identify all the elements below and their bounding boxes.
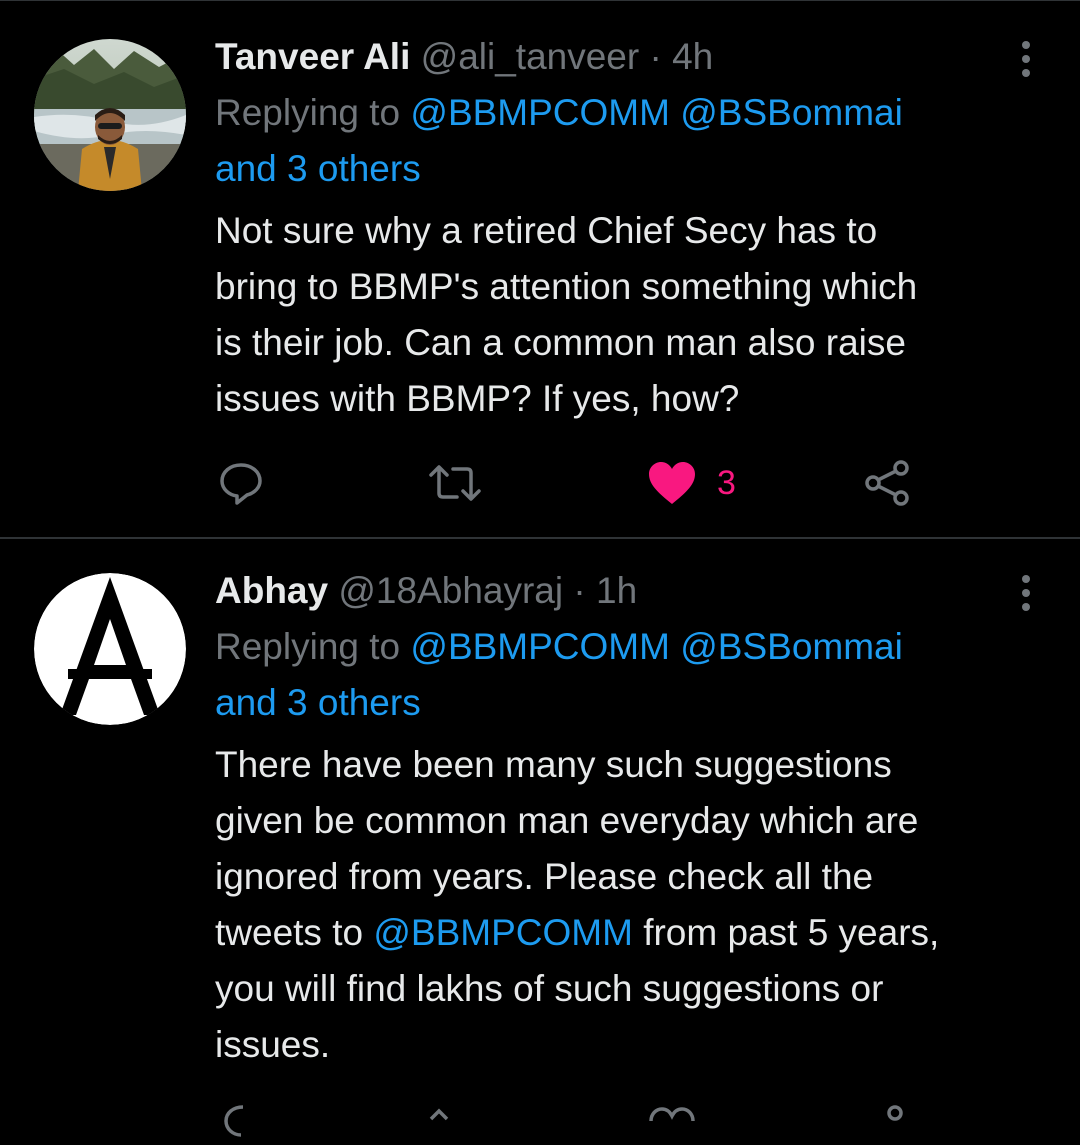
replying-to: Replying to @BBMPCOMM @BSBommai and 3 ot… — [215, 85, 1040, 197]
avatar-logo — [34, 573, 186, 725]
tweet-text: There have been many such suggestions gi… — [215, 737, 1040, 1073]
tweet-actions — [215, 1105, 935, 1145]
avatar[interactable] — [34, 39, 186, 191]
user-handle[interactable]: @ali_tanveer — [421, 36, 640, 77]
user-handle[interactable]: @18Abhayraj — [338, 570, 563, 611]
others-link[interactable]: and 3 others — [215, 682, 421, 723]
share-icon — [865, 460, 909, 506]
share-button[interactable] — [863, 457, 913, 509]
tweet-content: Abhay @18Abhayraj · 1h Replying to @BBMP… — [215, 563, 1040, 1073]
timestamp[interactable]: · 4h — [650, 36, 714, 77]
mention-link[interactable]: @BSBommai — [680, 92, 903, 133]
tweet-text-line: given be common man everyday which are — [215, 800, 919, 841]
tweet-text-line: Not sure why a retired Chief Secy has to — [215, 210, 878, 251]
replying-to-label: Replying to — [215, 626, 401, 667]
mention-link[interactable]: @BSBommai — [680, 626, 903, 667]
tweet-text-line: bring to BBMP's attention something whic… — [215, 266, 918, 307]
tweet-header: Tanveer Ali @ali_tanveer · 4h — [215, 29, 1040, 85]
others-link[interactable]: and 3 others — [215, 148, 421, 189]
avatar[interactable] — [34, 573, 186, 725]
reply-icon — [220, 463, 262, 505]
mention-link[interactable]: @BBMPCOMM — [410, 626, 670, 667]
like-count: 3 — [717, 463, 736, 502]
avatar-photo — [34, 39, 186, 191]
more-icon[interactable] — [1020, 41, 1032, 77]
retweet-icon — [429, 465, 481, 501]
retweet-icon[interactable] — [427, 1105, 483, 1145]
tweet-text: Not sure why a retired Chief Secy has to… — [215, 203, 1040, 427]
retweet-button[interactable] — [427, 457, 483, 509]
mention-link[interactable]: @BBMPCOMM — [410, 92, 670, 133]
display-name[interactable]: Abhay — [215, 570, 328, 611]
replying-to-label: Replying to — [215, 92, 401, 133]
tweet-text-segment: tweets to — [215, 912, 364, 953]
tweet-header: Abhay @18Abhayraj · 1h — [215, 563, 1040, 619]
tweet-text-line: tweets to @BBMPCOMM from past 5 years, — [215, 905, 1040, 961]
tweet-text-line: ignored from years. Please check all the — [215, 856, 874, 897]
reply-icon[interactable] — [223, 1105, 263, 1145]
tweet-text-line: issues. — [215, 1024, 331, 1065]
display-name[interactable]: Tanveer Ali — [215, 36, 410, 77]
tweet-text-segment: from past 5 years, — [643, 912, 940, 953]
timestamp[interactable]: · 1h — [573, 570, 637, 611]
mention-link[interactable]: @BBMPCOMM — [373, 912, 633, 953]
tweet[interactable]: Abhay @18Abhayraj · 1h Replying to @BBMP… — [0, 537, 1080, 1137]
like-button[interactable]: 3 — [647, 457, 736, 509]
replying-to: Replying to @BBMPCOMM @BSBommai and 3 ot… — [215, 619, 1040, 731]
reply-button[interactable] — [217, 457, 265, 509]
tweet-text-line: you will find lakhs of such suggestions … — [215, 968, 884, 1009]
share-icon[interactable] — [875, 1105, 915, 1145]
tweet-text-line: issues with BBMP? If yes, how? — [215, 378, 740, 419]
tweet-text-line: There have been many such suggestions — [215, 744, 892, 785]
more-icon[interactable] — [1020, 575, 1032, 611]
heart-icon — [649, 462, 695, 504]
tweet-actions: 3 — [215, 457, 935, 509]
heart-icon[interactable] — [647, 1105, 697, 1145]
tweet[interactable]: Tanveer Ali @ali_tanveer · 4h Replying t… — [0, 0, 1080, 538]
tweet-content: Tanveer Ali @ali_tanveer · 4h Replying t… — [215, 29, 1040, 427]
tweet-text-line: is their job. Can a common man also rais… — [215, 322, 906, 363]
